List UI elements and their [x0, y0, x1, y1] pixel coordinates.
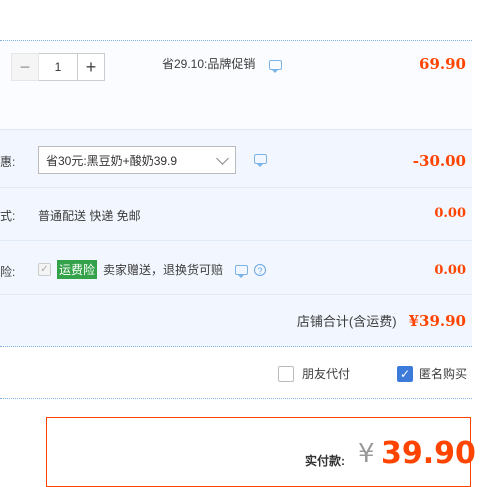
row-divider	[0, 294, 472, 295]
insurance-info: ✓ 运费险 卖家赠送，退换货可赔 ?	[38, 260, 267, 279]
increase-quantity-button[interactable]: +	[77, 53, 105, 81]
shipping-label: 式:	[0, 209, 16, 223]
payment-amount: 39.90	[381, 436, 476, 471]
friend-pay-option[interactable]: 朋友代付	[278, 365, 350, 382]
shipping-amount: 0.00	[434, 206, 466, 221]
row-divider	[0, 187, 472, 188]
section-divider	[0, 398, 472, 399]
item-price: 69.90	[419, 55, 466, 73]
payment-label: 实付款:	[305, 454, 345, 468]
shop-total: 店铺合计(含运费) ¥39.90	[297, 311, 466, 330]
help-icon[interactable]: ?	[254, 263, 267, 276]
coupon-label: 惠:	[0, 155, 16, 169]
message-icon[interactable]	[235, 264, 249, 278]
coupon-select[interactable]: 省30元:黑豆奶+酸奶39.9	[38, 146, 236, 174]
insurance-description: 卖家赠送，退换货可赔	[103, 263, 224, 277]
anonymous-option[interactable]: ✓ 匿名购买	[397, 365, 467, 382]
friend-pay-checkbox[interactable]	[278, 365, 294, 382]
anonymous-label: 匿名购买	[419, 367, 468, 381]
coupon-amount: -30.00	[412, 152, 466, 170]
shipping-method: 普通配送 快递 免邮	[38, 209, 141, 223]
row-divider	[0, 240, 472, 241]
insurance-amount: 0.00	[434, 263, 466, 278]
message-icon[interactable]	[254, 154, 267, 167]
anonymous-checkbox[interactable]: ✓	[397, 365, 413, 382]
chevron-down-icon	[216, 152, 229, 165]
shipping-insurance-badge: 运费险	[57, 260, 98, 279]
quantity-input[interactable]	[39, 53, 77, 81]
shop-total-amount: ¥39.90	[408, 311, 466, 330]
promotion-text: 省29.10:品牌促销	[162, 57, 256, 71]
quantity-stepper[interactable]: − +	[11, 53, 105, 81]
decrease-quantity-button[interactable]: −	[11, 53, 39, 81]
insurance-label: 险:	[0, 265, 16, 279]
currency-symbol: ¥	[358, 439, 375, 469]
shop-total-label: 店铺合计(含运费)	[296, 314, 397, 329]
insurance-checkbox[interactable]: ✓	[38, 263, 51, 276]
message-icon[interactable]	[268, 60, 282, 73]
promotion-info: 省29.10:品牌促销	[162, 55, 282, 73]
coupon-selected-text: 省30元:黑豆奶+酸奶39.9	[46, 153, 178, 168]
friend-pay-label: 朋友代付	[302, 367, 351, 381]
